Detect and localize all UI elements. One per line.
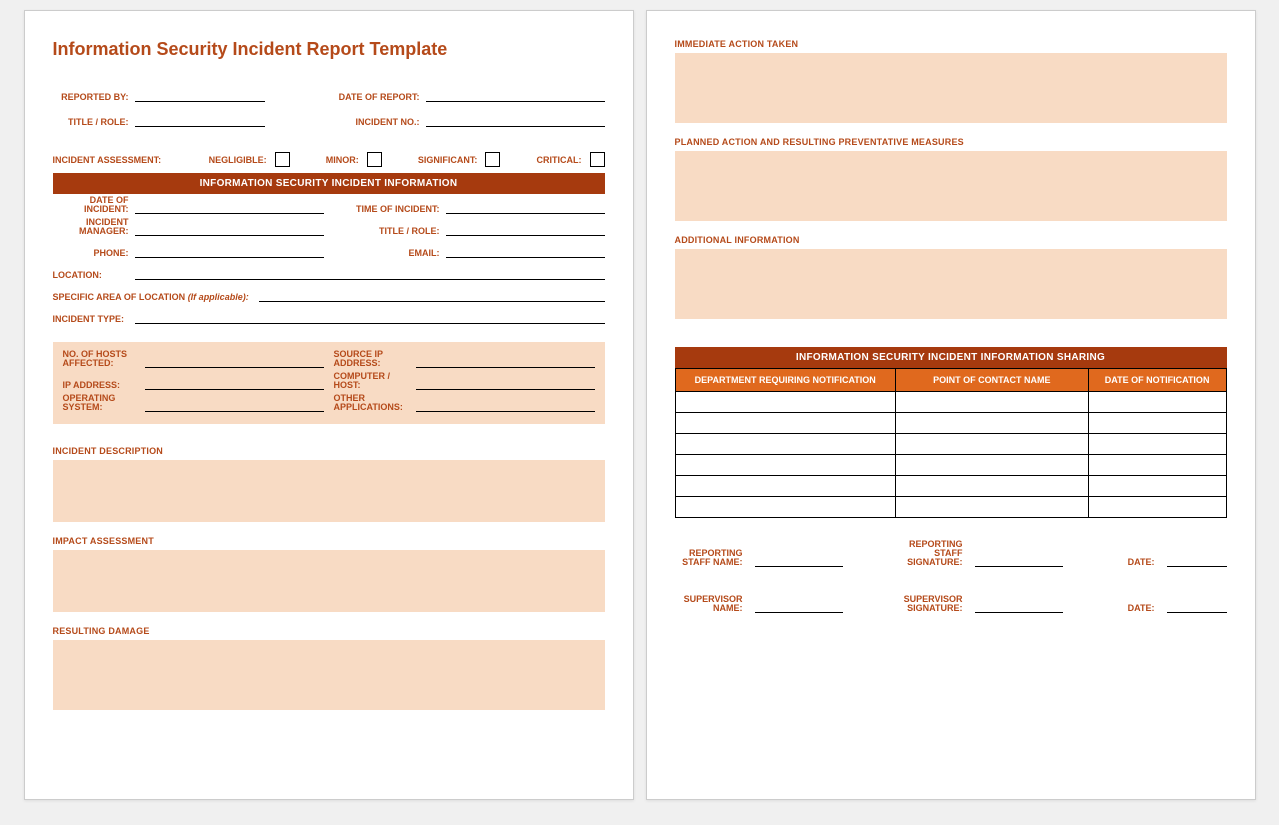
label-time-incident: TIME OF INCIDENT: xyxy=(334,205,444,214)
label-date-2: DATE: xyxy=(1087,604,1159,613)
label-staff-name: REPORTING STAFF NAME: xyxy=(675,549,747,567)
table-row xyxy=(675,497,1226,518)
label-other-apps: OTHER APPLICATIONS: xyxy=(334,394,414,412)
label-minor: MINOR: xyxy=(326,155,363,165)
field-phone[interactable] xyxy=(135,244,324,258)
textarea-additional-info[interactable] xyxy=(675,249,1227,319)
field-incident-manager[interactable] xyxy=(135,222,324,236)
label-staff-sig: REPORTING STAFF SIGNATURE: xyxy=(895,540,967,567)
field-staff-sig[interactable] xyxy=(975,553,1063,567)
sharing-table: DEPARTMENT REQUIRING NOTIFICATION POINT … xyxy=(675,368,1227,518)
textarea-resulting-damage[interactable] xyxy=(53,640,605,710)
th-date: DATE OF NOTIFICATION xyxy=(1088,369,1226,392)
label-significant: SIGNIFICANT: xyxy=(418,155,482,165)
label-assessment: INCIDENT ASSESSMENT: xyxy=(53,155,173,165)
page-2: IMMEDIATE ACTION TAKEN PLANNED ACTION AN… xyxy=(646,10,1256,800)
label-impact-assessment: IMPACT ASSESSMENT xyxy=(53,536,605,546)
table-row xyxy=(675,392,1226,413)
field-email[interactable] xyxy=(446,244,605,258)
label-supervisor-name: SUPERVISOR NAME: xyxy=(675,595,747,613)
sharing-header: INFORMATION SECURITY INCIDENT INFORMATIO… xyxy=(675,347,1227,368)
label-planned-action: PLANNED ACTION AND RESULTING PREVENTATIV… xyxy=(675,137,1227,147)
field-hosts[interactable] xyxy=(145,354,324,368)
assessment-row: INCIDENT ASSESSMENT: NEGLIGIBLE: MINOR: … xyxy=(53,152,605,167)
label-source-ip: SOURCE IP ADDRESS: xyxy=(334,350,414,368)
label-email: EMAIL: xyxy=(334,249,444,258)
info-fields: DATE OF INCIDENT: INCIDENT MANAGER: PHON… xyxy=(53,196,605,262)
document-title: Information Security Incident Report Tem… xyxy=(53,39,605,60)
checkbox-critical[interactable] xyxy=(590,152,605,167)
table-row xyxy=(675,434,1226,455)
field-date-1[interactable] xyxy=(1167,553,1227,567)
field-title-role[interactable] xyxy=(135,113,265,127)
label-incident-type: INCIDENT TYPE: xyxy=(53,315,133,324)
field-os[interactable] xyxy=(145,398,324,412)
field-computer[interactable] xyxy=(416,376,595,390)
field-source-ip[interactable] xyxy=(416,354,595,368)
table-row xyxy=(675,413,1226,434)
th-department: DEPARTMENT REQUIRING NOTIFICATION xyxy=(675,369,895,392)
checkbox-minor[interactable] xyxy=(367,152,382,167)
field-other-apps[interactable] xyxy=(416,398,595,412)
label-title-role-2: TITLE / ROLE: xyxy=(334,227,444,236)
textarea-impact-assessment[interactable] xyxy=(53,550,605,612)
label-incident-description: INCIDENT DESCRIPTION xyxy=(53,446,605,456)
label-phone: PHONE: xyxy=(53,249,133,258)
field-incident-no[interactable] xyxy=(426,113,605,127)
checkbox-negligible[interactable] xyxy=(275,152,290,167)
label-computer: COMPUTER / HOST: xyxy=(334,372,414,390)
table-row xyxy=(675,476,1226,497)
label-os: OPERATING SYSTEM: xyxy=(63,394,143,412)
field-supervisor-sig[interactable] xyxy=(975,599,1063,613)
label-incident-no: INCIDENT NO.: xyxy=(334,117,424,127)
field-time-incident[interactable] xyxy=(446,200,605,214)
label-date-incident: DATE OF INCIDENT: xyxy=(53,196,133,214)
label-resulting-damage: RESULTING DAMAGE xyxy=(53,626,605,636)
table-row xyxy=(675,455,1226,476)
field-title-role-2[interactable] xyxy=(446,222,605,236)
technical-details-box: NO. OF HOSTS AFFECTED: IP ADDRESS: OPERA… xyxy=(53,342,605,424)
textarea-incident-description[interactable] xyxy=(53,460,605,522)
info-section-header: INFORMATION SECURITY INCIDENT INFORMATIO… xyxy=(53,173,605,194)
label-critical: CRITICAL: xyxy=(537,155,586,165)
field-location[interactable] xyxy=(135,266,605,280)
field-supervisor-name[interactable] xyxy=(755,599,843,613)
label-reported-by: REPORTED BY: xyxy=(53,92,133,102)
field-reported-by[interactable] xyxy=(135,88,265,102)
label-date-1: DATE: xyxy=(1087,558,1159,567)
field-date-incident[interactable] xyxy=(135,200,324,214)
textarea-immediate-action[interactable] xyxy=(675,53,1227,123)
label-location: LOCATION: xyxy=(53,271,133,280)
label-negligible: NEGLIGIBLE: xyxy=(209,155,271,165)
label-ip: IP ADDRESS: xyxy=(63,381,143,390)
header-fields: REPORTED BY: TITLE / ROLE: DATE OF REPOR… xyxy=(53,84,605,134)
checkbox-significant[interactable] xyxy=(485,152,500,167)
field-incident-type[interactable] xyxy=(135,310,605,324)
label-incident-manager: INCIDENT MANAGER: xyxy=(53,218,133,236)
field-date-2[interactable] xyxy=(1167,599,1227,613)
th-contact: POINT OF CONTACT NAME xyxy=(895,369,1088,392)
field-date-of-report[interactable] xyxy=(426,88,605,102)
field-staff-name[interactable] xyxy=(755,553,843,567)
label-specific-area: SPECIFIC AREA OF LOCATION (If applicable… xyxy=(53,293,253,302)
signature-block: REPORTING STAFF NAME: REPORTING STAFF SI… xyxy=(675,540,1227,613)
field-ip[interactable] xyxy=(145,376,324,390)
label-title-role: TITLE / ROLE: xyxy=(53,117,133,127)
sharing-tbody xyxy=(675,392,1226,518)
textarea-planned-action[interactable] xyxy=(675,151,1227,221)
label-hosts: NO. OF HOSTS AFFECTED: xyxy=(63,350,143,368)
label-date-of-report: DATE OF REPORT: xyxy=(334,92,424,102)
field-specific-area[interactable] xyxy=(259,288,605,302)
page-1: Information Security Incident Report Tem… xyxy=(24,10,634,800)
label-immediate-action: IMMEDIATE ACTION TAKEN xyxy=(675,39,1227,49)
label-additional-info: ADDITIONAL INFORMATION xyxy=(675,235,1227,245)
label-supervisor-sig: SUPERVISOR SIGNATURE: xyxy=(895,595,967,613)
